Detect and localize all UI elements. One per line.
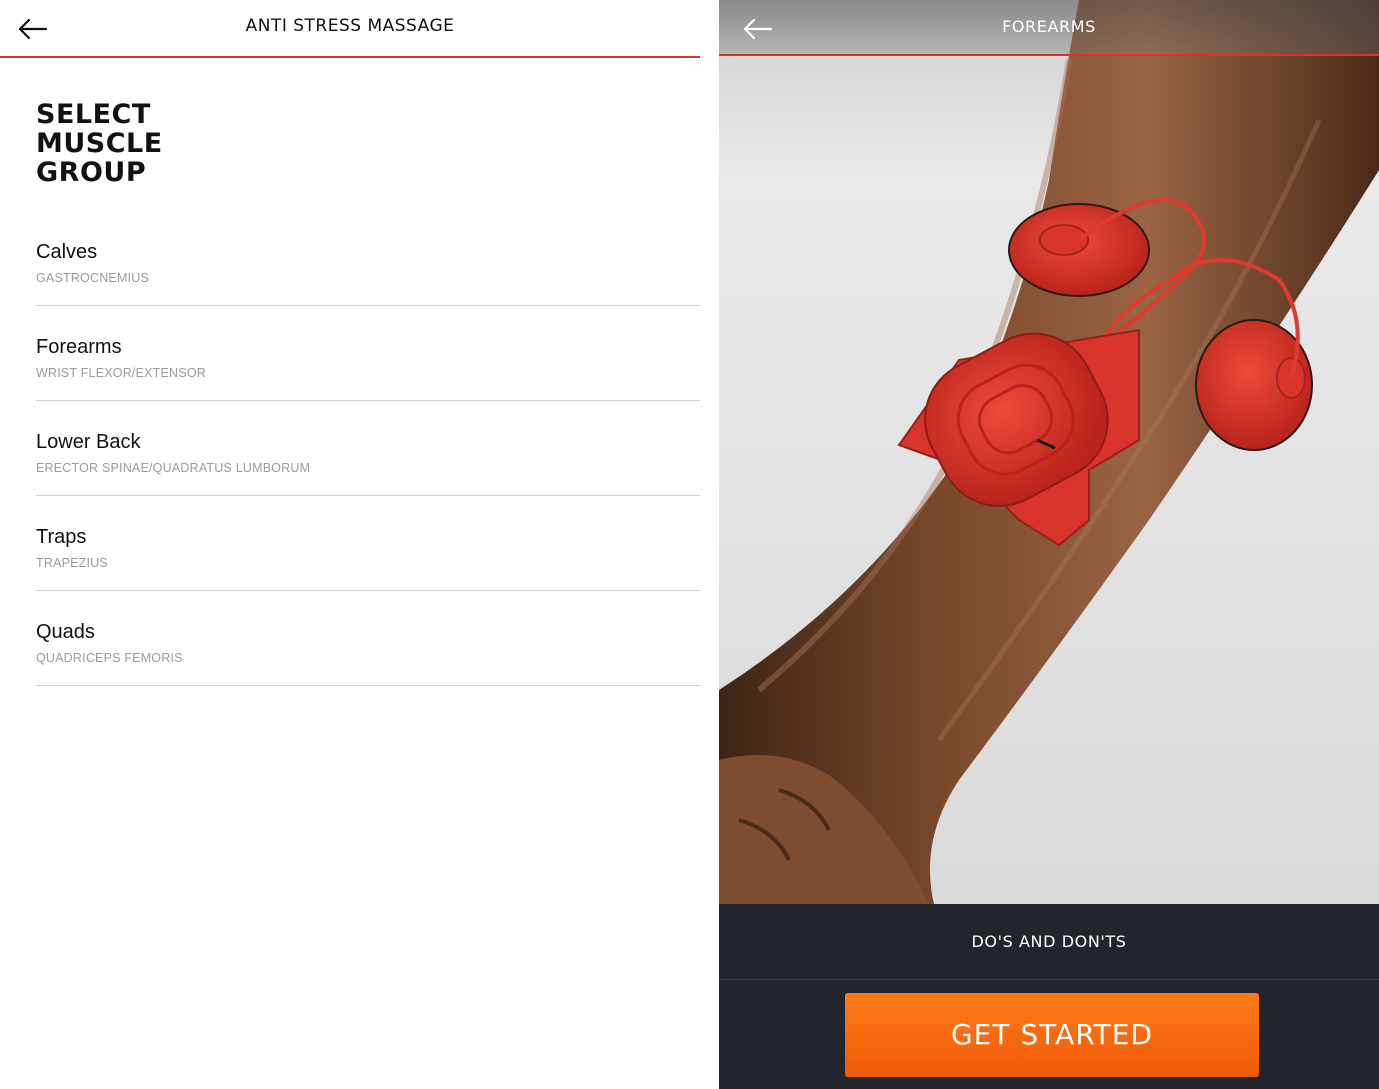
muscle-group-name: Forearms <box>36 336 122 358</box>
top-bar: ANTI STRESS MASSAGE <box>0 0 700 58</box>
muscle-group-list: Calves GASTROCNEMIUS Forearms WRIST FLEX… <box>36 212 700 687</box>
muscle-group-forearms[interactable]: Forearms WRIST FLEXOR/EXTENSOR <box>36 307 700 401</box>
muscle-group-calves[interactable]: Calves GASTROCNEMIUS <box>36 212 700 306</box>
muscle-group-screen: ANTI STRESS MASSAGE SELECT MUSCLE GROUP … <box>0 0 700 1089</box>
forearm-device-photo <box>719 0 1379 904</box>
forearms-detail-screen: FOREARMS DO'S AND DON'TS GET STARTED <box>719 0 1379 1089</box>
muscle-group-traps[interactable]: Traps TRAPEZIUS <box>36 497 700 591</box>
muscle-group-name: Calves <box>36 241 98 263</box>
muscle-group-subtitle: ERECTOR SPINAE/QUADRATUS LUMBORUM <box>36 461 311 475</box>
page-title: FOREARMS <box>1002 17 1096 36</box>
select-muscle-group-heading: SELECT MUSCLE GROUP <box>36 99 163 188</box>
muscle-group-subtitle: TRAPEZIUS <box>36 556 108 570</box>
muscle-group-subtitle: GASTROCNEMIUS <box>36 271 150 285</box>
muscle-group-subtitle: QUADRICEPS FEMORIS <box>36 651 183 665</box>
get-started-button[interactable]: GET STARTED <box>845 993 1259 1077</box>
muscle-group-lower-back[interactable]: Lower Back ERECTOR SPINAE/QUADRATUS LUMB… <box>36 402 700 496</box>
bottom-action-panel: DO'S AND DON'TS GET STARTED <box>719 904 1379 1089</box>
muscle-group-name: Quads <box>36 621 95 643</box>
top-bar: FOREARMS <box>719 0 1379 56</box>
page-title: ANTI STRESS MASSAGE <box>245 16 455 36</box>
muscle-group-name: Traps <box>36 526 87 548</box>
screen-divider <box>700 0 719 1089</box>
muscle-group-name: Lower Back <box>36 431 141 453</box>
dos-and-donts-link[interactable]: DO'S AND DON'TS <box>719 904 1379 980</box>
muscle-group-quads[interactable]: Quads QUADRICEPS FEMORIS <box>36 592 700 686</box>
muscle-group-subtitle: WRIST FLEXOR/EXTENSOR <box>36 366 206 380</box>
